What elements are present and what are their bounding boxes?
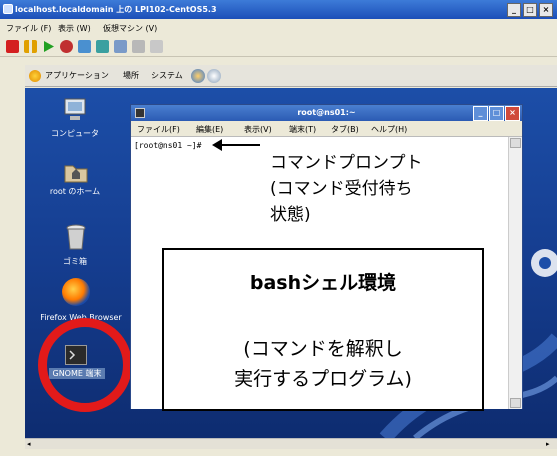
terminal-window-controls: _ □ ×: [473, 106, 520, 121]
panel-system-menu[interactable]: システム: [151, 70, 183, 81]
minimize-icon[interactable]: _: [507, 3, 521, 17]
revert-icon[interactable]: [96, 40, 109, 53]
bash-desc-line2: 実行するプログラム): [234, 368, 412, 390]
terminal-menu-file[interactable]: ファイル(F): [137, 124, 180, 135]
terminal-menu-tabs[interactable]: タブ(B): [331, 124, 359, 135]
vm-window-titlebar[interactable]: localhost.localdomain 上の LPI102-CentOS5.…: [0, 0, 557, 19]
play-icon[interactable]: [42, 40, 55, 53]
prompt-callout: コマンドプロンプト (コマンド受付待ち 状態): [270, 150, 423, 228]
maximize-icon[interactable]: □: [489, 106, 504, 121]
desktop-label-computer: コンピュータ: [51, 129, 99, 138]
pause-icon[interactable]: [24, 40, 37, 53]
vm-window-title: localhost.localdomain 上の LPI102-CentOS5.…: [15, 5, 217, 14]
trash-icon[interactable]: [65, 223, 87, 251]
terminal-menu-help[interactable]: ヘルプ(H): [371, 124, 407, 135]
scroll-down-icon[interactable]: [510, 398, 521, 408]
snapshot-icon[interactable]: [78, 40, 91, 53]
manage-snapshots-icon[interactable]: [114, 40, 127, 53]
menu-file[interactable]: ファイル (F): [6, 23, 51, 34]
vm-toolbar: [0, 37, 557, 57]
terminal-menu-view[interactable]: 表示(V): [244, 124, 272, 135]
prompt-callout-line3: 状態): [270, 205, 311, 225]
reset-icon[interactable]: [60, 40, 73, 53]
vm-app-icon: [3, 4, 13, 14]
vm-left-margin: [0, 57, 25, 449]
bash-shell-callout: bashシェル環境 (コマンドを解釈し 実行するプログラム): [162, 248, 484, 411]
desktop-label-home: root のホーム: [49, 187, 101, 196]
scroll-left-icon[interactable]: ◂: [27, 440, 36, 448]
bash-desc-line1: (コマンドを解釈し: [243, 338, 403, 360]
home-folder-icon[interactable]: [63, 160, 89, 184]
minimize-icon[interactable]: _: [473, 106, 488, 121]
firefox-icon[interactable]: [62, 278, 90, 306]
prompt-callout-line2: (コマンド受付待ち: [270, 179, 413, 199]
fullscreen-icon[interactable]: [132, 40, 145, 53]
terminal-scrollbar[interactable]: [508, 137, 522, 409]
scroll-right-icon[interactable]: ▸: [546, 440, 555, 448]
shell-prompt: [root@ns01 ~]#: [134, 141, 202, 150]
bash-title: bashシェル環境: [249, 272, 397, 294]
terminal-title: root@ns01:~: [297, 108, 356, 117]
stop-icon[interactable]: [6, 40, 19, 53]
vm-window-controls: _ □ ×: [507, 3, 553, 17]
menu-view[interactable]: 表示 (W): [58, 23, 91, 34]
computer-icon[interactable]: [61, 96, 89, 124]
browser-launcher-icon[interactable]: [191, 69, 205, 83]
highlight-circle: [38, 318, 132, 412]
terminal-menu-edit[interactable]: 編集(E): [196, 124, 223, 135]
gnome-top-panel: アプリケーション 場所 システム: [25, 65, 557, 87]
vm-horizontal-scrollbar[interactable]: ◂ ▸: [25, 438, 557, 449]
maximize-icon[interactable]: □: [523, 3, 537, 17]
terminal-titlebar[interactable]: root@ns01:~ _ □ ×: [131, 105, 522, 121]
terminal-menubar: ファイル(F) 編集(E) 表示(V) 端末(T) タブ(B) ヘルプ(H): [131, 121, 522, 137]
gnome-foot-icon: [29, 70, 41, 82]
prompt-callout-line1: コマンドプロンプト: [270, 153, 423, 173]
desktop-label-trash: ゴミ箱: [63, 257, 87, 266]
terminal-menu-terminal[interactable]: 端末(T): [289, 124, 316, 135]
vm-status-bar: [0, 449, 557, 456]
callout-arrow-icon: [212, 139, 260, 151]
scroll-up-icon[interactable]: [510, 138, 521, 148]
menu-vm[interactable]: 仮想マシン (V): [103, 23, 157, 34]
panel-applications-menu[interactable]: アプリケーション: [45, 70, 109, 81]
close-icon[interactable]: ×: [539, 3, 553, 17]
mail-launcher-icon[interactable]: [207, 69, 221, 83]
close-icon[interactable]: ×: [505, 106, 520, 121]
panel-places-menu[interactable]: 場所: [123, 70, 139, 81]
unity-icon[interactable]: [150, 40, 163, 53]
vm-menubar: ファイル (F) 表示 (W) 仮想マシン (V): [0, 19, 557, 37]
